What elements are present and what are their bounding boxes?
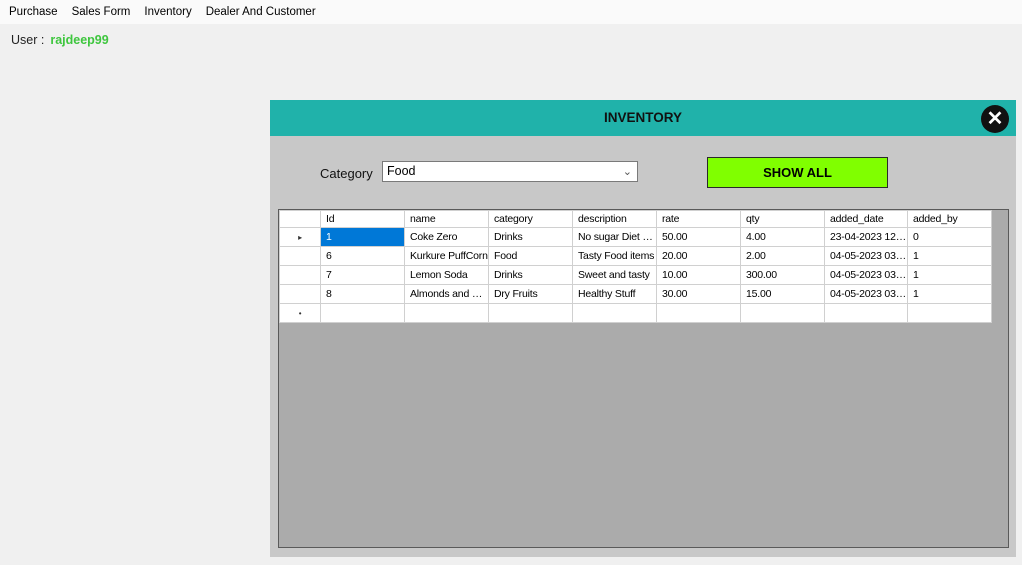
table-cell[interactable] <box>488 303 573 323</box>
inventory-grid[interactable]: Id name category description rate qty ad… <box>278 209 1009 548</box>
table-cell[interactable]: Drinks <box>488 227 573 247</box>
category-label: Category <box>320 166 373 181</box>
column-header-description[interactable]: description <box>572 210 657 228</box>
table-row[interactable]: ▸ 1 Coke Zero Drinks No sugar Diet Co...… <box>279 227 992 247</box>
table-row[interactable]: 8 Almonds and Cas... Dry Fruits Healthy … <box>279 284 992 304</box>
table-cell[interactable]: Drinks <box>488 265 573 285</box>
column-header-category[interactable]: category <box>488 210 573 228</box>
category-dropdown[interactable]: Food ⌄ <box>382 161 638 182</box>
table-cell[interactable]: 04-05-2023 03:5... <box>824 265 908 285</box>
table-cell[interactable]: No sugar Diet Co... <box>572 227 657 247</box>
new-row-indicator-icon[interactable]: • <box>279 303 321 323</box>
table-cell[interactable] <box>907 303 992 323</box>
table-cell[interactable]: Kurkure PuffCorn <box>404 246 489 266</box>
panel-title: INVENTORY <box>603 110 682 125</box>
column-header-name[interactable]: name <box>404 210 489 228</box>
user-info: User : rajdeep99 <box>11 33 109 47</box>
column-header-added-by[interactable]: added_by <box>907 210 992 228</box>
menu-purchase[interactable]: Purchase <box>0 6 65 18</box>
table-cell[interactable]: Tasty Food items <box>572 246 657 266</box>
inventory-panel: INVENTORY ✕ Category Food ⌄ SHOW ALL Id … <box>270 100 1016 557</box>
table-cell[interactable]: Coke Zero <box>404 227 489 247</box>
user-name: rajdeep99 <box>50 33 109 47</box>
table-cell[interactable]: 1 <box>907 246 992 266</box>
table-cell[interactable]: Lemon Soda <box>404 265 489 285</box>
table-cell[interactable]: 0 <box>907 227 992 247</box>
category-selected-value: Food <box>387 164 416 178</box>
table-cell[interactable] <box>656 303 741 323</box>
column-header-added-date[interactable]: added_date <box>824 210 908 228</box>
table-cell[interactable]: 50.00 <box>656 227 741 247</box>
table-cell[interactable]: 10.00 <box>656 265 741 285</box>
table-cell[interactable]: 04-05-2023 03:5... <box>824 284 908 304</box>
table-cell[interactable]: 15.00 <box>740 284 825 304</box>
grid-corner-cell <box>279 210 321 228</box>
table-cell[interactable]: 4.00 <box>740 227 825 247</box>
table-cell[interactable]: Food <box>488 246 573 266</box>
table-cell[interactable]: 1 <box>907 284 992 304</box>
table-cell[interactable]: 300.00 <box>740 265 825 285</box>
column-header-qty[interactable]: qty <box>740 210 825 228</box>
table-cell[interactable] <box>320 303 405 323</box>
menu-dealer-and-customer[interactable]: Dealer And Customer <box>199 6 323 18</box>
user-label: User : <box>11 33 45 47</box>
table-cell[interactable] <box>572 303 657 323</box>
table-cell[interactable]: 30.00 <box>656 284 741 304</box>
table-cell[interactable]: 23-04-2023 12:3... <box>824 227 908 247</box>
table-cell[interactable]: Almonds and Cas... <box>404 284 489 304</box>
table-cell[interactable] <box>404 303 489 323</box>
table-cell[interactable]: 6 <box>320 246 405 266</box>
current-row-indicator-icon[interactable]: ▸ <box>279 227 321 247</box>
row-header[interactable] <box>279 265 321 285</box>
grid-header-row: Id name category description rate qty ad… <box>279 210 992 228</box>
table-cell[interactable]: 2.00 <box>740 246 825 266</box>
panel-header: INVENTORY ✕ <box>270 100 1016 136</box>
table-cell[interactable]: 20.00 <box>656 246 741 266</box>
new-row[interactable]: • <box>279 303 992 323</box>
menu-sales-form[interactable]: Sales Form <box>65 6 138 18</box>
close-icon[interactable]: ✕ <box>981 105 1009 133</box>
table-cell[interactable] <box>824 303 908 323</box>
column-header-id[interactable]: Id <box>320 210 405 228</box>
menu-bar: Purchase Sales Form Inventory Dealer And… <box>0 0 1022 24</box>
table-row[interactable]: 7 Lemon Soda Drinks Sweet and tasty 10.0… <box>279 265 992 285</box>
row-header[interactable] <box>279 246 321 266</box>
chevron-down-icon[interactable]: ⌄ <box>623 165 632 178</box>
table-cell[interactable]: 8 <box>320 284 405 304</box>
show-all-button[interactable]: SHOW ALL <box>707 157 888 188</box>
table-cell[interactable]: 04-05-2023 03:5... <box>824 246 908 266</box>
table-cell[interactable] <box>740 303 825 323</box>
table-cell[interactable]: 7 <box>320 265 405 285</box>
row-header[interactable] <box>279 284 321 304</box>
column-header-rate[interactable]: rate <box>656 210 741 228</box>
table-cell[interactable]: 1 <box>320 227 405 247</box>
table-cell[interactable]: 1 <box>907 265 992 285</box>
table-cell[interactable]: Healthy Stuff <box>572 284 657 304</box>
table-cell[interactable]: Sweet and tasty <box>572 265 657 285</box>
table-cell[interactable]: Dry Fruits <box>488 284 573 304</box>
menu-inventory[interactable]: Inventory <box>137 6 198 18</box>
table-row[interactable]: 6 Kurkure PuffCorn Food Tasty Food items… <box>279 246 992 266</box>
